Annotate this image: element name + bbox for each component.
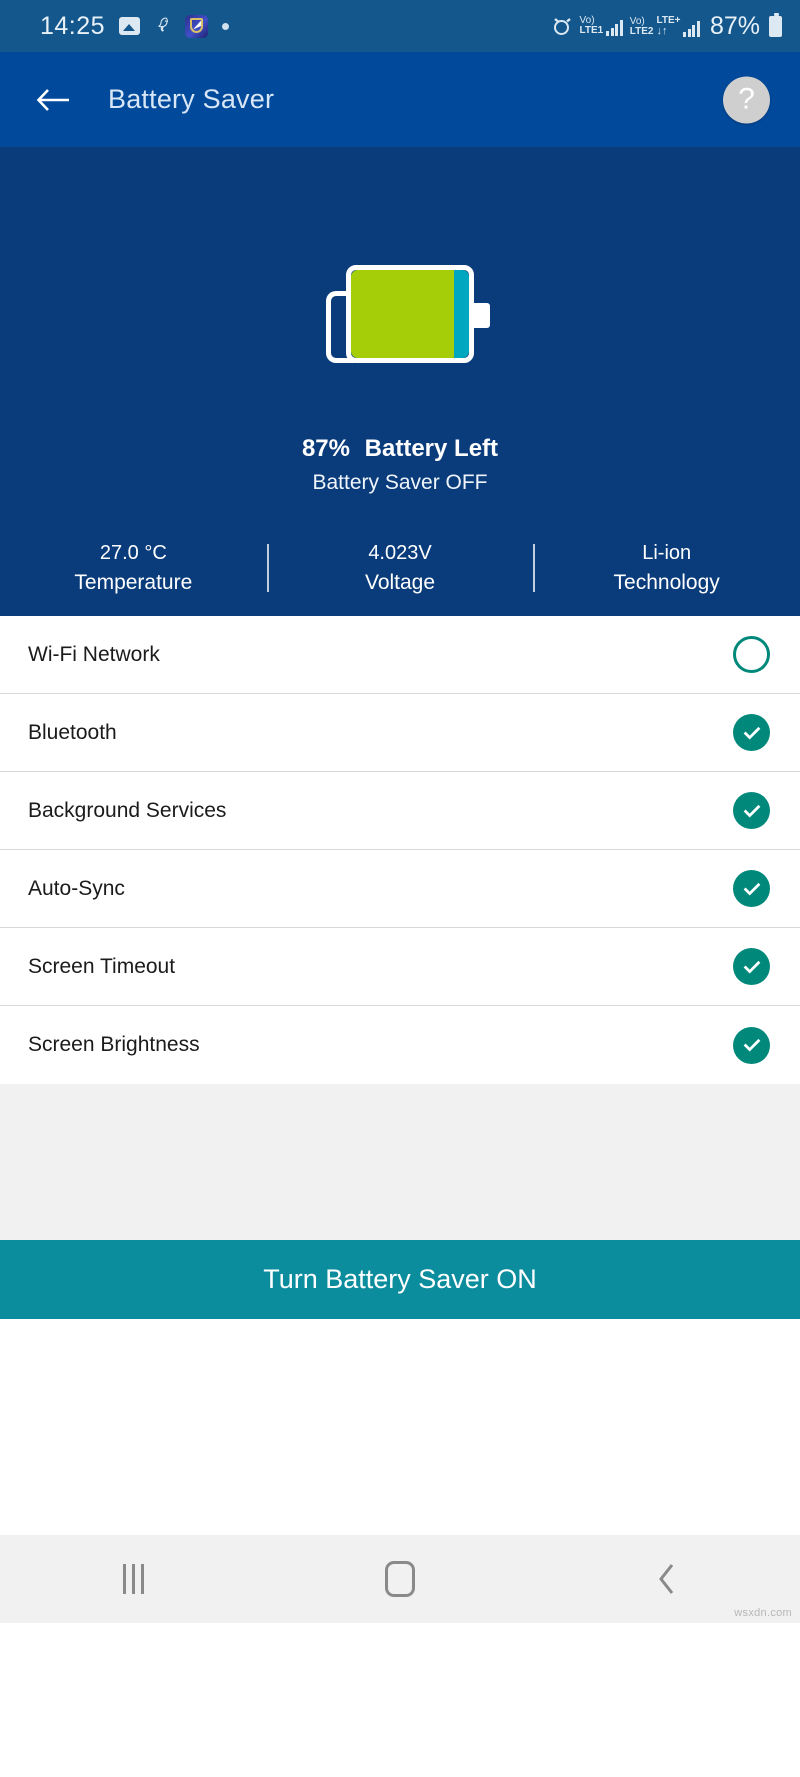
bottom-filler: [0, 1319, 800, 1535]
page-title: Battery Saver: [108, 84, 275, 114]
battery-terminal-nub: [472, 303, 490, 328]
checkbox-wifi-network[interactable]: [733, 636, 770, 673]
gallery-icon: [119, 17, 141, 35]
turn-battery-saver-on-button[interactable]: Turn Battery Saver ON: [0, 1240, 800, 1319]
check-icon: [743, 960, 760, 974]
battery-graphic-wrap: [0, 265, 800, 363]
status-battery-percent: 87%: [709, 11, 760, 40]
sim2-signal: Vo) LTE2 LTE+ ↓↑: [629, 15, 700, 37]
dot-icon: [222, 22, 230, 30]
status-bar: 14:25 Vo) LTE1 Vo) LTE2 LTE+ ↓↑ 87%: [0, 0, 800, 52]
stat-temperature: 27.0 °C Temperature: [0, 538, 267, 598]
battery-inner: [351, 270, 469, 358]
stat-voltage-value: 4.023V: [368, 542, 432, 564]
check-icon: [743, 1038, 760, 1052]
checkbox-bluetooth[interactable]: [733, 714, 770, 751]
check-icon: [743, 726, 760, 740]
system-nav-bar: wsxdn.com: [0, 1535, 800, 1623]
list-item[interactable]: Screen Timeout: [0, 928, 800, 1006]
alarm-icon: [552, 16, 573, 37]
back-arrow-icon[interactable]: [30, 77, 76, 123]
app-bar: Battery Saver ?: [0, 52, 800, 147]
stat-temperature-value: 27.0 °C: [99, 542, 167, 564]
check-icon: [743, 804, 760, 818]
back-chevron-icon: [658, 1564, 673, 1594]
stat-voltage: 4.023V Voltage: [266, 538, 534, 598]
battery-fill-level: [351, 270, 454, 358]
nav-back-button[interactable]: [533, 1562, 800, 1596]
list-item-label: Screen Brightness: [28, 1033, 200, 1056]
status-clock: 14:25: [40, 11, 106, 40]
battery-stats-row: 27.0 °C Temperature 4.023V Voltage Li-io…: [0, 538, 800, 598]
list-item[interactable]: Background Services: [0, 772, 800, 850]
help-button[interactable]: ?: [723, 76, 770, 123]
sim2-voice: Vo): [629, 15, 645, 27]
recents-icon: [122, 1564, 144, 1594]
checkbox-screen-timeout[interactable]: [733, 948, 770, 985]
list-item-label: Screen Timeout: [28, 954, 176, 978]
stat-technology-value: Li-ion: [642, 542, 692, 564]
list-item-label: Bluetooth: [28, 720, 117, 744]
battery-percent-label: Battery Left: [364, 435, 499, 462]
list-item-label: Auto-Sync: [28, 876, 125, 900]
battery-hero-panel: 87% Battery Left Battery Saver OFF 27.0 …: [0, 147, 800, 616]
stat-technology: Li-ion Technology: [533, 538, 800, 598]
list-item[interactable]: Wi-Fi Network: [0, 616, 800, 694]
settings-list: Wi-Fi Network Bluetooth Background Servi…: [0, 616, 800, 1084]
data-arrows-icon: ↓↑: [656, 24, 668, 37]
checkbox-background-services[interactable]: [733, 792, 770, 829]
battery-percent-line: 87% Battery Left: [0, 435, 800, 463]
saver-status-text: Battery Saver OFF: [312, 471, 488, 494]
stat-technology-label: Technology: [613, 571, 720, 594]
battery-icon: [769, 12, 782, 37]
stat-voltage-label: Voltage: [364, 571, 436, 594]
list-item[interactable]: Bluetooth: [0, 694, 800, 772]
sim2-data: LTE+ ↓↑: [656, 15, 680, 37]
status-bar-left: 14:25: [40, 12, 552, 41]
bird-icon: [154, 16, 171, 37]
battery-graphic: [326, 265, 490, 363]
list-bottom-spacer: [0, 1084, 800, 1240]
battery-percent-value: 87%: [301, 435, 350, 462]
sim1-bars-icon: [606, 20, 623, 36]
status-bar-right: Vo) LTE1 Vo) LTE2 LTE+ ↓↑ 87%: [552, 12, 782, 41]
sim2-label: Vo) LTE2: [629, 15, 654, 37]
sim2-bars-icon: [683, 20, 700, 37]
list-item[interactable]: Screen Brightness: [0, 1006, 800, 1084]
shield-app-icon: [185, 14, 209, 38]
checkbox-auto-sync[interactable]: [733, 870, 770, 907]
stat-temperature-label: Temperature: [74, 571, 193, 594]
check-icon: [743, 882, 760, 896]
home-icon: [385, 1561, 415, 1597]
list-item-label: Wi-Fi Network: [28, 642, 160, 666]
sim1-network: LTE1: [579, 25, 604, 36]
checkbox-screen-brightness[interactable]: [733, 1026, 770, 1064]
sim2-network: LTE2: [629, 25, 654, 37]
list-item[interactable]: Auto-Sync: [0, 850, 800, 928]
nav-recents-button[interactable]: [0, 1564, 267, 1594]
sim1-signal: Vo) LTE1: [580, 16, 623, 36]
sim1-label: Vo) LTE1: [580, 16, 604, 36]
nav-home-button[interactable]: [267, 1561, 534, 1597]
watermark: wsxdn.com: [734, 1607, 792, 1619]
list-item-label: Background Services: [28, 798, 227, 822]
